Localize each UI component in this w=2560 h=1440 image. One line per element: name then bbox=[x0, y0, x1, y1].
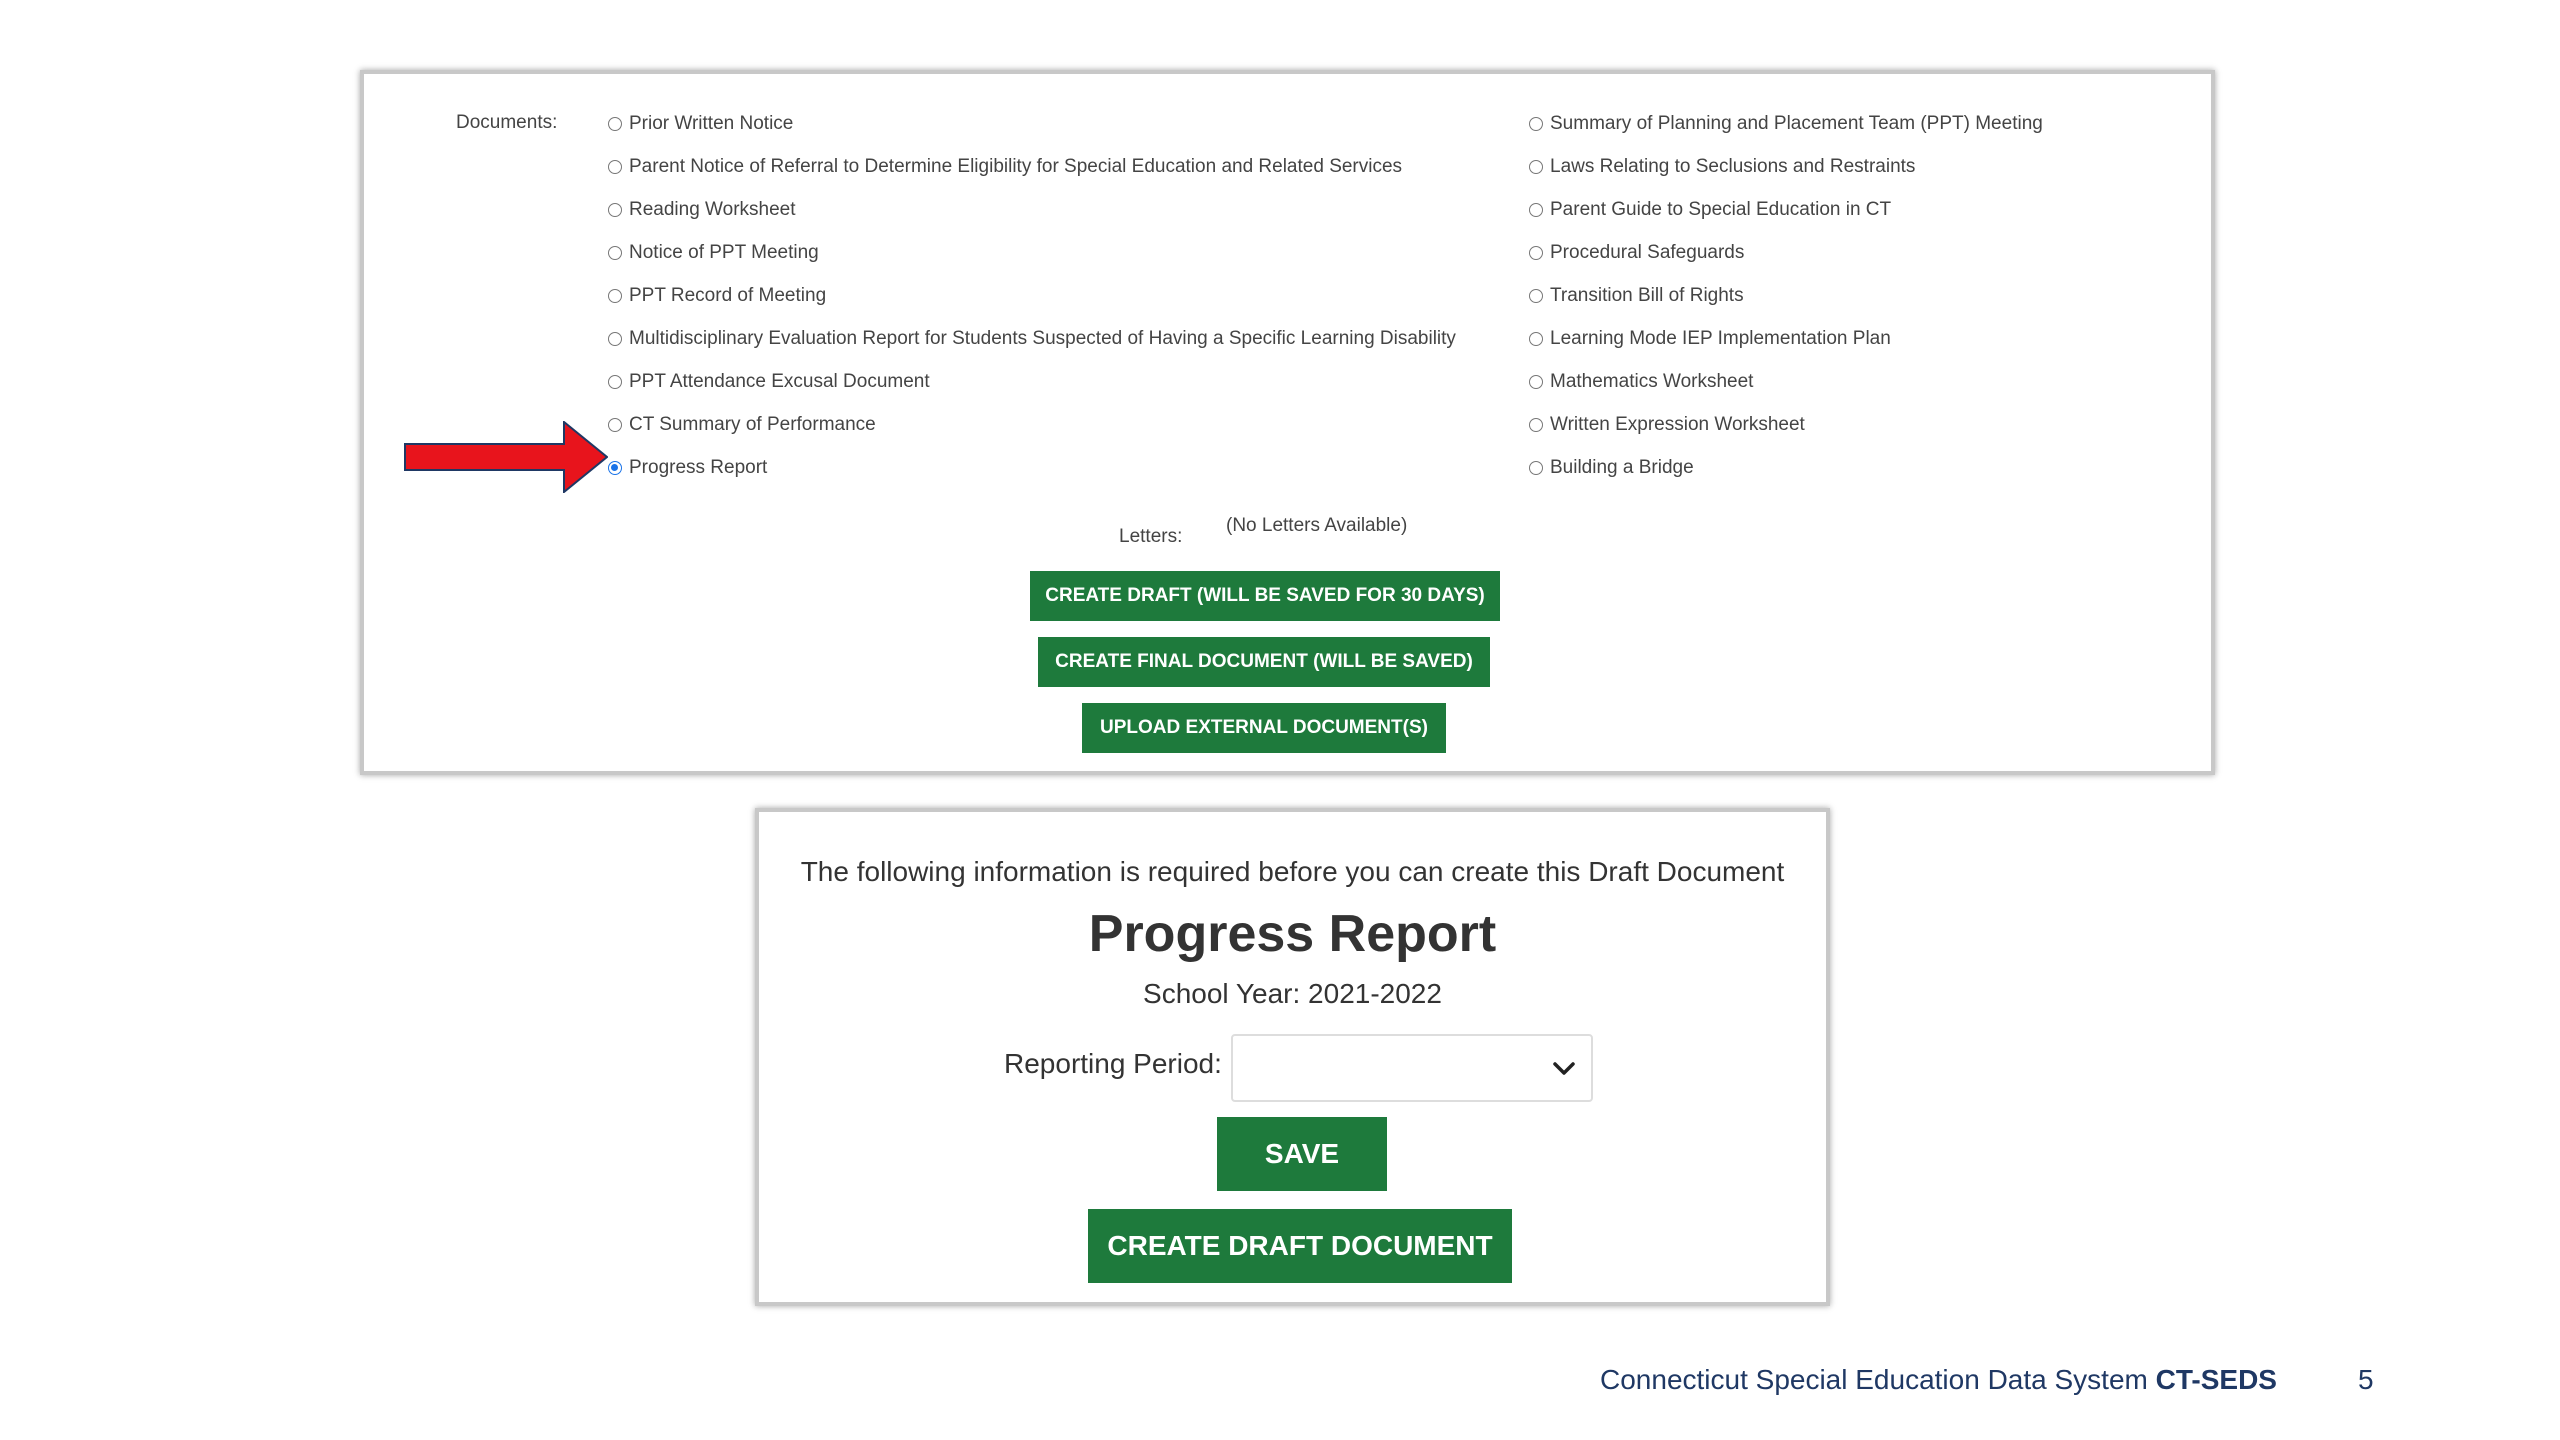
radio-button[interactable] bbox=[1529, 159, 1543, 174]
school-year-text: School Year: 2021-2022 bbox=[1143, 978, 1442, 1009]
doc-option-mathematics-worksheet[interactable]: Mathematics Worksheet bbox=[1529, 360, 2043, 403]
doc-option-label: Learning Mode IEP Implementation Plan bbox=[1550, 327, 1891, 349]
doc-option-label: Parent Guide to Special Education in CT bbox=[1550, 198, 1892, 220]
radio-button[interactable] bbox=[1529, 116, 1543, 131]
doc-option-label: Transition Bill of Rights bbox=[1550, 284, 1744, 306]
doc-option-label: Reading Worksheet bbox=[629, 198, 796, 220]
radio-button[interactable] bbox=[1529, 374, 1543, 389]
doc-option-label: Summary of Planning and Placement Team (… bbox=[1550, 112, 2043, 134]
doc-option-label: PPT Record of Meeting bbox=[629, 284, 827, 306]
doc-option-summary-of-ppt-meeting[interactable]: Summary of Planning and Placement Team (… bbox=[1529, 102, 2043, 145]
doc-option-learning-mode-iep[interactable]: Learning Mode IEP Implementation Plan bbox=[1529, 317, 2043, 360]
doc-option-label: Parent Notice of Referral to Determine E… bbox=[629, 155, 1403, 177]
documents-right-column: Summary of Planning and Placement Team (… bbox=[1529, 102, 2043, 489]
doc-option-ppt-attendance-excusal[interactable]: PPT Attendance Excusal Document bbox=[608, 360, 1456, 403]
doc-option-written-expression-worksheet[interactable]: Written Expression Worksheet bbox=[1529, 403, 2043, 446]
doc-option-ct-summary-of-performance[interactable]: CT Summary of Performance bbox=[608, 403, 1456, 446]
footer-text: Connecticut Special Education Data Syste… bbox=[1600, 1364, 2156, 1395]
doc-option-label: Building a Bridge bbox=[1550, 456, 1694, 478]
doc-option-laws-seclusions-restraints[interactable]: Laws Relating to Seclusions and Restrain… bbox=[1529, 145, 2043, 188]
create-draft-document-button[interactable]: CREATE DRAFT DOCUMENT bbox=[1088, 1209, 1512, 1283]
documents-label: Documents: bbox=[456, 112, 558, 133]
doc-option-label: Mathematics Worksheet bbox=[1550, 370, 1754, 392]
doc-option-parent-notice-of-referral[interactable]: Parent Notice of Referral to Determine E… bbox=[608, 145, 1456, 188]
chevron-down-icon[interactable] bbox=[1551, 1058, 1577, 1080]
doc-option-label: Prior Written Notice bbox=[629, 112, 794, 134]
draft-document-form-panel: The following information is required be… bbox=[755, 808, 1830, 1306]
doc-option-label: Procedural Safeguards bbox=[1550, 241, 1745, 263]
radio-button[interactable] bbox=[608, 116, 622, 131]
doc-option-parent-guide[interactable]: Parent Guide to Special Education in CT bbox=[1529, 188, 2043, 231]
create-draft-button[interactable]: CREATE DRAFT (WILL BE SAVED FOR 30 DAYS) bbox=[1030, 571, 1500, 621]
doc-option-building-a-bridge[interactable]: Building a Bridge bbox=[1529, 446, 2043, 489]
radio-button[interactable] bbox=[608, 331, 622, 346]
footer-caption: Connecticut Special Education Data Syste… bbox=[1600, 1364, 2277, 1396]
letters-label: Letters: bbox=[1119, 526, 1183, 547]
form-intro-text: The following information is required be… bbox=[800, 856, 1785, 887]
form-title: Progress Report bbox=[1088, 905, 1497, 963]
doc-option-prior-written-notice[interactable]: Prior Written Notice bbox=[608, 102, 1456, 145]
radio-button[interactable] bbox=[608, 159, 622, 174]
page-number: 5 bbox=[2358, 1364, 2374, 1395]
doc-option-label: Progress Report bbox=[629, 456, 768, 478]
doc-option-label: Notice of PPT Meeting bbox=[629, 241, 819, 263]
upload-external-documents-button[interactable]: UPLOAD EXTERNAL DOCUMENT(S) bbox=[1082, 703, 1446, 753]
letters-value: (No Letters Available) bbox=[1226, 515, 1408, 536]
radio-button-selected[interactable] bbox=[608, 460, 622, 475]
doc-option-label: Written Expression Worksheet bbox=[1550, 413, 1805, 435]
radio-button[interactable] bbox=[1529, 202, 1543, 217]
doc-option-label: Multidisciplinary Evaluation Report for … bbox=[629, 327, 1456, 349]
radio-button[interactable] bbox=[1529, 460, 1543, 475]
documents-left-column: Prior Written Notice Parent Notice of Re… bbox=[608, 102, 1456, 489]
doc-option-label: PPT Attendance Excusal Document bbox=[629, 370, 930, 392]
doc-option-label: CT Summary of Performance bbox=[629, 413, 876, 435]
save-button[interactable]: SAVE bbox=[1217, 1117, 1387, 1191]
doc-option-ppt-record-of-meeting[interactable]: PPT Record of Meeting bbox=[608, 274, 1456, 317]
radio-button[interactable] bbox=[1529, 245, 1543, 260]
doc-option-notice-of-ppt-meeting[interactable]: Notice of PPT Meeting bbox=[608, 231, 1456, 274]
reporting-period-label: Reporting Period: bbox=[1004, 1048, 1222, 1079]
red-arrow-icon bbox=[404, 421, 608, 493]
doc-option-progress-report[interactable]: Progress Report bbox=[608, 446, 1456, 489]
radio-button[interactable] bbox=[608, 374, 622, 389]
document-selection-panel: Documents: Prior Written Notice Parent N… bbox=[360, 70, 2215, 775]
footer-brand: CT-SEDS bbox=[2155, 1364, 2277, 1395]
radio-button[interactable] bbox=[1529, 331, 1543, 346]
radio-button[interactable] bbox=[608, 288, 622, 303]
radio-button[interactable] bbox=[1529, 288, 1543, 303]
radio-button[interactable] bbox=[608, 417, 622, 432]
create-final-document-button[interactable]: CREATE FINAL DOCUMENT (WILL BE SAVED) bbox=[1038, 637, 1490, 687]
radio-button[interactable] bbox=[608, 245, 622, 260]
doc-option-procedural-safeguards[interactable]: Procedural Safeguards bbox=[1529, 231, 2043, 274]
doc-option-transition-bill-of-rights[interactable]: Transition Bill of Rights bbox=[1529, 274, 2043, 317]
doc-option-label: Laws Relating to Seclusions and Restrain… bbox=[1550, 155, 1916, 177]
doc-option-reading-worksheet[interactable]: Reading Worksheet bbox=[608, 188, 1456, 231]
reporting-period-select[interactable] bbox=[1231, 1034, 1593, 1102]
radio-button[interactable] bbox=[608, 202, 622, 217]
radio-button[interactable] bbox=[1529, 417, 1543, 432]
doc-option-multidisciplinary-evaluation-report[interactable]: Multidisciplinary Evaluation Report for … bbox=[608, 317, 1456, 360]
